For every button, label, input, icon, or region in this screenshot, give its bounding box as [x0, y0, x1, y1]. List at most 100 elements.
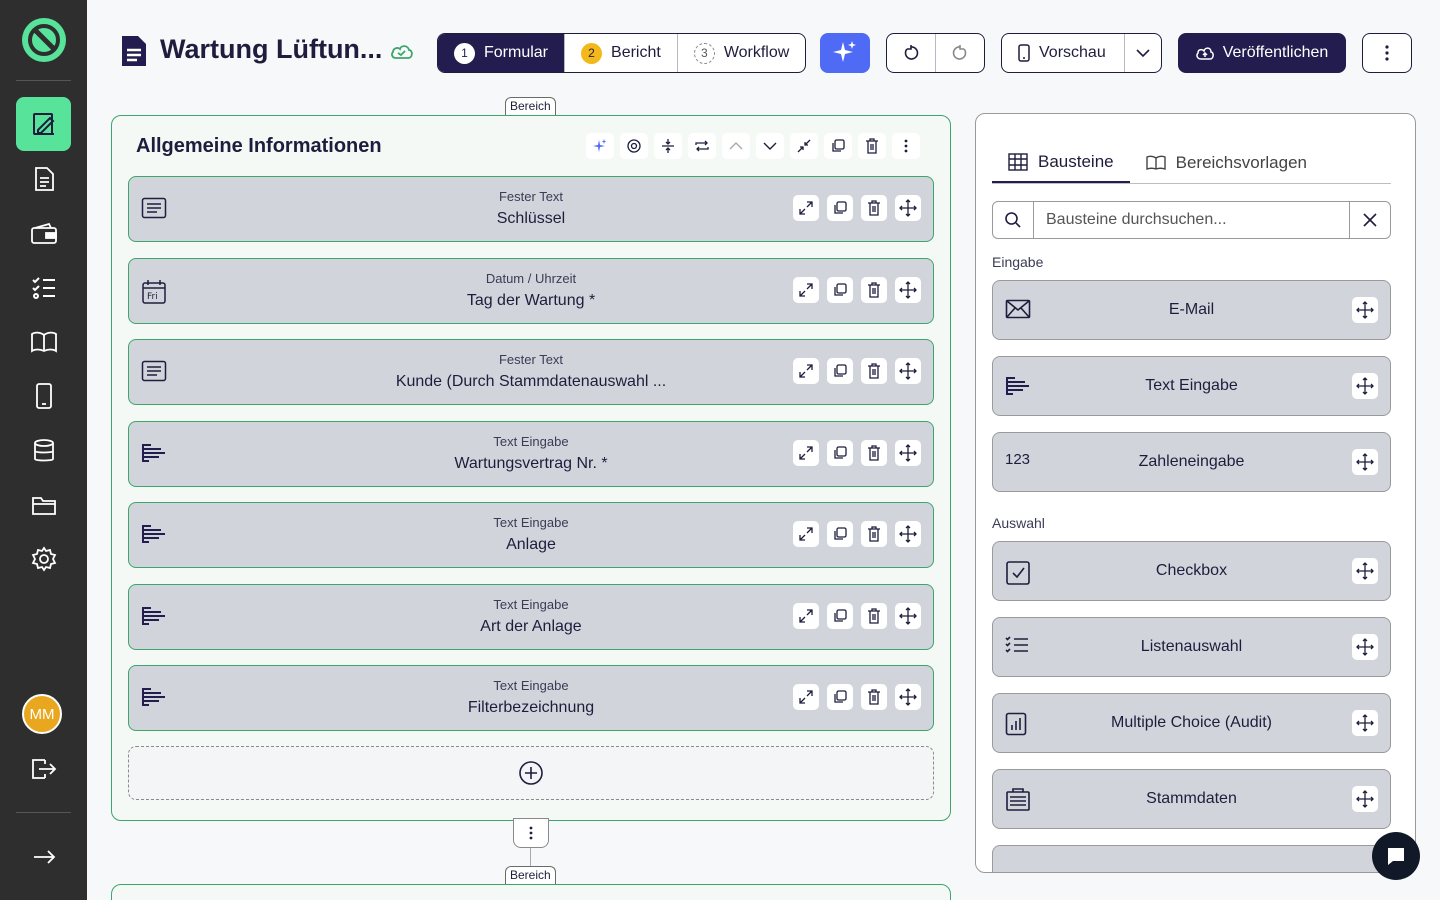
preview-device-select[interactable] — [1125, 34, 1161, 72]
sidebar-item-apps[interactable] — [16, 369, 71, 423]
section-move-up-button[interactable] — [722, 133, 750, 159]
expand-button[interactable] — [793, 358, 819, 384]
sidebar-item-files[interactable] — [16, 478, 71, 532]
drag-handle[interactable] — [1352, 297, 1378, 323]
step-formular[interactable]: 1 Formular — [438, 34, 566, 72]
drag-handle[interactable] — [1352, 373, 1378, 399]
expand-sidebar-button[interactable] — [16, 830, 71, 884]
delete-button[interactable] — [861, 521, 887, 547]
building-block[interactable]: Checkbox — [992, 541, 1391, 601]
preview-label: Vorschau — [1039, 44, 1106, 61]
chat-button[interactable] — [1372, 832, 1420, 880]
drag-handle[interactable] — [1352, 558, 1378, 584]
move-handle[interactable] — [895, 521, 921, 547]
building-block[interactable]: Text Eingabe — [992, 356, 1391, 416]
building-block[interactable]: E-Mail — [992, 280, 1391, 340]
expand-icon — [799, 364, 813, 378]
preview-button[interactable]: Vorschau — [1002, 34, 1125, 72]
duplicate-button[interactable] — [827, 603, 853, 629]
ai-assistant-button[interactable] — [820, 33, 870, 73]
report-icon — [34, 167, 54, 191]
expand-button[interactable] — [793, 195, 819, 221]
tab-bereichsvorlagen[interactable]: Bereichsvorlagen — [1130, 142, 1323, 183]
expand-button[interactable] — [793, 521, 819, 547]
form-field[interactable]: Text Eingabe Wartungsvertrag Nr. * — [128, 421, 934, 487]
sidebar-item-reports[interactable] — [16, 152, 71, 206]
form-edit-icon — [32, 113, 54, 135]
duplicate-button[interactable] — [827, 684, 853, 710]
move-handle[interactable] — [895, 358, 921, 384]
section-move-down-button[interactable] — [756, 133, 784, 159]
sidebar-item-forms[interactable] — [16, 97, 71, 151]
move-icon — [899, 607, 917, 625]
step-workflow[interactable]: 3 Workflow — [678, 34, 805, 72]
delete-button[interactable] — [861, 440, 887, 466]
drag-handle[interactable] — [1352, 786, 1378, 812]
step-bericht[interactable]: 2 Bericht — [565, 34, 678, 72]
sidebar-item-checklists[interactable] — [16, 261, 71, 315]
section-more-button[interactable] — [892, 133, 920, 159]
expand-button[interactable] — [793, 440, 819, 466]
form-field[interactable]: Text Eingabe Art der Anlage — [128, 584, 934, 650]
sidebar-item-database[interactable] — [16, 424, 71, 478]
add-field-button[interactable] — [128, 746, 934, 800]
duplicate-button[interactable] — [827, 358, 853, 384]
building-block[interactable]: 123 Zahleneingabe — [992, 432, 1391, 492]
section-settings-button[interactable] — [620, 133, 648, 159]
duplicate-button[interactable] — [827, 440, 853, 466]
logo[interactable] — [22, 18, 66, 62]
gear-icon — [627, 139, 641, 153]
delete-button[interactable] — [861, 603, 887, 629]
drag-handle[interactable] — [1352, 634, 1378, 660]
section-insert-menu-button[interactable] — [513, 818, 549, 848]
expand-button[interactable] — [793, 603, 819, 629]
building-block[interactable]: Multiple Choice (Audit) — [992, 693, 1391, 753]
search-icon — [993, 202, 1034, 238]
delete-button[interactable] — [861, 358, 887, 384]
tab-bausteine[interactable]: Bausteine — [992, 142, 1130, 183]
section-repeat-button[interactable] — [688, 133, 716, 159]
building-block[interactable]: Stammdaten — [992, 769, 1391, 829]
sidebar-item-settings[interactable] — [16, 532, 71, 586]
section-duplicate-button[interactable] — [824, 133, 852, 159]
sidebar-item-wallet[interactable] — [16, 207, 71, 261]
move-handle[interactable] — [895, 277, 921, 303]
drag-handle[interactable] — [1352, 449, 1378, 475]
section-delete-button[interactable] — [858, 133, 886, 159]
form-field[interactable]: Fri Datum / Uhrzeit Tag der Wartung * — [128, 258, 934, 324]
move-handle[interactable] — [895, 603, 921, 629]
section-minimize-button[interactable] — [790, 133, 818, 159]
drag-handle[interactable] — [1352, 710, 1378, 736]
form-field[interactable]: Fester Text Kunde (Durch Stammdatenauswa… — [128, 339, 934, 405]
publish-button[interactable]: Veröffentlichen — [1178, 33, 1346, 73]
form-field[interactable]: Text Eingabe Anlage — [128, 502, 934, 568]
duplicate-button[interactable] — [827, 521, 853, 547]
section-title[interactable]: Allgemeine Informationen — [136, 135, 382, 158]
move-handle[interactable] — [895, 440, 921, 466]
building-block[interactable] — [992, 845, 1391, 872]
delete-button[interactable] — [861, 684, 887, 710]
form-field[interactable]: Text Eingabe Filterbezeichnung — [128, 665, 934, 731]
block-label: Checkbox — [1155, 562, 1228, 579]
logout-button[interactable] — [16, 742, 71, 796]
avatar[interactable]: MM — [22, 694, 62, 734]
more-menu-button[interactable] — [1362, 33, 1412, 73]
page-title: Wartung Lüftun... — [160, 34, 383, 64]
expand-button[interactable] — [793, 277, 819, 303]
move-handle[interactable] — [895, 684, 921, 710]
building-block[interactable]: Listenauswahl — [992, 617, 1391, 677]
section-ai-button[interactable] — [586, 133, 614, 159]
move-handle[interactable] — [895, 195, 921, 221]
redo-button[interactable] — [936, 34, 984, 72]
duplicate-button[interactable] — [827, 195, 853, 221]
expand-button[interactable] — [793, 684, 819, 710]
delete-button[interactable] — [861, 195, 887, 221]
clear-search-button[interactable] — [1349, 202, 1390, 238]
delete-button[interactable] — [861, 277, 887, 303]
undo-button[interactable] — [887, 34, 936, 72]
search-input[interactable] — [1034, 202, 1349, 238]
sidebar-item-manual[interactable] — [16, 315, 71, 369]
duplicate-button[interactable] — [827, 277, 853, 303]
section-collapse-button[interactable] — [654, 133, 682, 159]
form-field[interactable]: Fester Text Schlüssel — [128, 176, 934, 242]
